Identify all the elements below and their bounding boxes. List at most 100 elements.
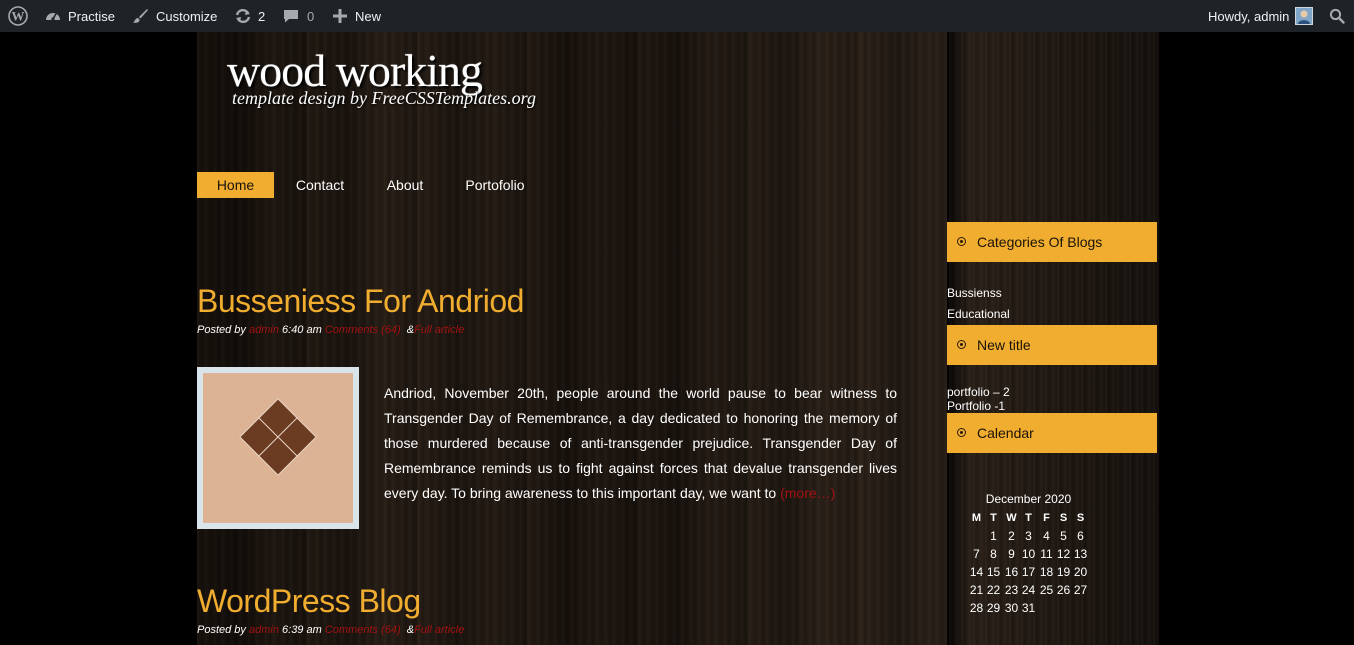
calendar-day: 26: [1056, 583, 1071, 597]
widget-title-calendar: Calendar: [947, 413, 1157, 453]
portfolio-link[interactable]: portfolio – 2: [947, 385, 1010, 399]
comments-link[interactable]: Comments (64): [325, 324, 401, 336]
greeting-label: Howdy, admin: [1208, 8, 1290, 24]
calendar-day: 6: [1077, 529, 1084, 543]
widget-title-text: Calendar: [977, 425, 1034, 441]
admin-search-icon[interactable]: [1329, 0, 1345, 32]
calendar-day: 8: [990, 547, 997, 561]
calendar-day: 4: [1043, 529, 1050, 543]
widget-title-new: New title: [947, 325, 1157, 365]
comment-bubble-icon: [284, 10, 298, 23]
post-excerpt-text: Andriod, November 20th, people around th…: [384, 385, 897, 501]
bullet-icon: [957, 340, 966, 349]
new-content-menu[interactable]: New: [332, 0, 381, 32]
calendar-weekday: S: [1059, 512, 1068, 524]
author-link[interactable]: admin: [249, 324, 279, 336]
windows-logo-image: [203, 373, 353, 523]
calendar-day: 23: [1004, 583, 1019, 597]
category-link[interactable]: Bussienss: [947, 286, 1002, 300]
category-link[interactable]: Educational: [947, 307, 1010, 321]
widget-title-text: Categories Of Blogs: [977, 234, 1103, 250]
calendar-day: 30: [1004, 601, 1019, 615]
nav-item-portofolio[interactable]: Portofolio: [455, 172, 535, 198]
site-tagline: template design by FreeCSSTemplates.org: [232, 88, 536, 108]
post-excerpt: Andriod, November 20th, people around th…: [384, 381, 897, 506]
calendar-day: 29: [986, 601, 1001, 615]
calendar-day: 25: [1039, 583, 1054, 597]
customize-menu[interactable]: Customize: [131, 0, 217, 32]
calendar-day: 3: [1025, 529, 1032, 543]
comments-menu[interactable]: 0: [283, 0, 314, 32]
calendar-day: 9: [1008, 547, 1015, 561]
svg-text:W: W: [12, 9, 25, 24]
calendar-day: 15: [986, 565, 1001, 579]
post-thumbnail[interactable]: [197, 367, 359, 529]
calendar-day: 16: [1004, 565, 1019, 579]
post-meta: Posted by admin 6:40 am Comments (64) &F…: [197, 324, 464, 336]
admin-bar: W Practise Customize 2 0 New Howdy, admi…: [0, 0, 1354, 32]
calendar-weekday: M: [971, 512, 982, 524]
calendar-day: 24: [1021, 583, 1036, 597]
calendar-day: 28: [969, 601, 984, 615]
full-article-link[interactable]: Full article: [414, 324, 464, 336]
bullet-icon: [957, 237, 966, 246]
calendar-day: 18: [1039, 565, 1054, 579]
calendar-day: 22: [986, 583, 1001, 597]
wordpress-logo-icon[interactable]: W: [8, 0, 28, 32]
calendar-day: 14: [969, 565, 984, 579]
dashboard-icon: [46, 12, 60, 21]
site-name-label: Practise: [68, 8, 115, 24]
calendar-weekday: T: [1025, 512, 1032, 524]
author-link[interactable]: admin: [249, 624, 279, 636]
updates-menu[interactable]: 2: [233, 0, 265, 32]
post-title[interactable]: WordPress Blog: [197, 583, 421, 620]
calendar-weekday: W: [1006, 512, 1017, 524]
calendar-day: 11: [1040, 547, 1053, 561]
calendar-day: 20: [1073, 565, 1088, 579]
post-meta: Posted by admin 6:39 am Comments (64) &F…: [197, 624, 464, 636]
widget-title-text: New title: [977, 337, 1031, 353]
site-name-menu[interactable]: Practise: [44, 0, 115, 32]
post-time: 6:40 am: [282, 324, 322, 336]
calendar-day: 27: [1073, 583, 1088, 597]
calendar-day: 17: [1021, 565, 1036, 579]
post-title[interactable]: Busseniess For Andriod: [197, 283, 524, 320]
calendar-day: 21: [969, 583, 984, 597]
nav-item-home[interactable]: Home: [197, 172, 274, 198]
calendar-day: 10: [1021, 547, 1036, 561]
calendar-day: 19: [1056, 565, 1071, 579]
read-more-link[interactable]: (more…): [780, 485, 835, 501]
calendar-weekday: F: [1043, 512, 1050, 524]
updates-icon: [235, 8, 251, 24]
ampersand: &: [406, 324, 415, 336]
nav-item-about[interactable]: About: [373, 172, 437, 198]
bullet-icon: [957, 428, 966, 437]
updates-count: 2: [258, 8, 266, 24]
calendar-caption: December 2020: [985, 492, 1072, 506]
new-label: New: [355, 8, 382, 24]
calendar-day: 1: [990, 529, 997, 543]
post-time: 6:39 am: [282, 624, 322, 636]
comments-link[interactable]: Comments (64): [325, 624, 401, 636]
calendar-day: 31: [1021, 601, 1036, 615]
customize-label: Customize: [156, 8, 218, 24]
posted-by-label: Posted by: [197, 324, 246, 336]
avatar: [1295, 7, 1314, 25]
calendar-day: 13: [1073, 547, 1088, 561]
brush-icon: [133, 9, 148, 23]
calendar-day: 5: [1060, 529, 1067, 543]
calendar-day: 7: [973, 547, 980, 561]
calendar-weekday: S: [1076, 512, 1085, 524]
ampersand: &: [406, 624, 415, 636]
posted-by-label: Posted by: [197, 624, 246, 636]
widget-title-categories: Categories Of Blogs: [947, 222, 1157, 262]
portfolio-link[interactable]: Portfolio -1: [947, 399, 1005, 413]
nav-item-contact[interactable]: Contact: [284, 172, 356, 198]
calendar-day: 12: [1056, 547, 1071, 561]
calendar-weekday: T: [990, 512, 997, 524]
my-account-menu[interactable]: Howdy, admin: [1208, 0, 1314, 32]
plus-icon: [333, 9, 347, 23]
calendar-day: 2: [1008, 529, 1015, 543]
comments-count: 0: [307, 8, 315, 24]
full-article-link[interactable]: Full article: [414, 624, 464, 636]
